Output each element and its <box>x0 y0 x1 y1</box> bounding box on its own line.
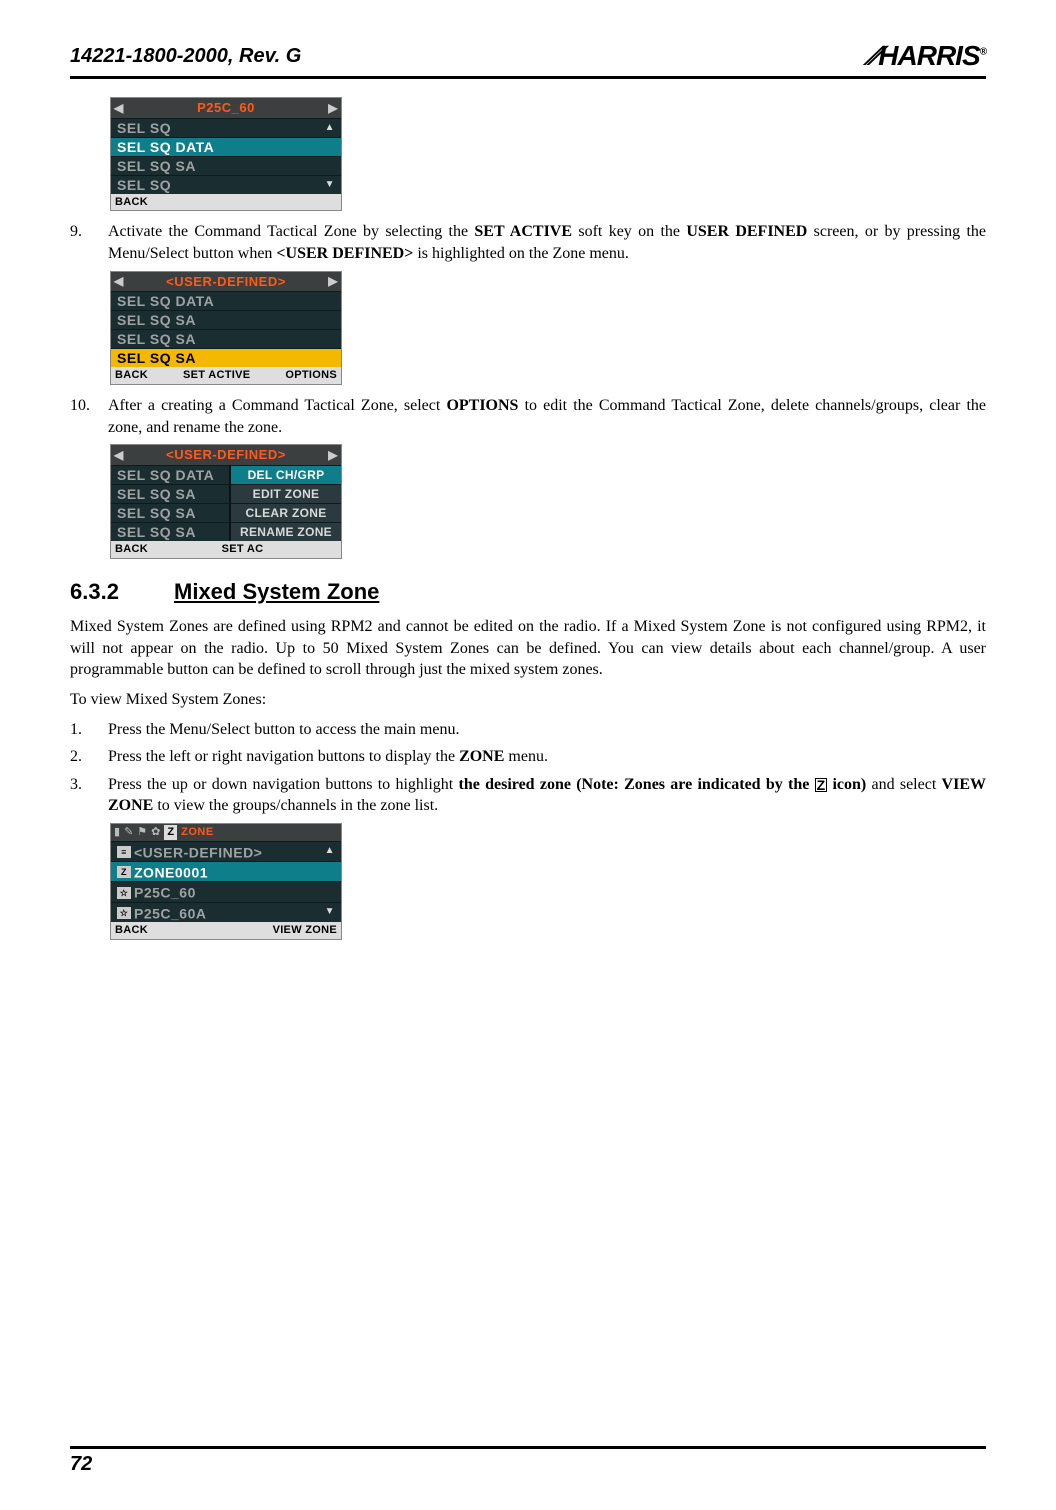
right-arrow-icon: ▶ <box>328 100 338 116</box>
signal-icon: ▮ <box>114 825 120 840</box>
popup-item-rename-zone: RENAME ZONE <box>231 522 341 541</box>
softkey-bar: BACK <box>111 194 341 211</box>
list-item: SEL SQ SA <box>111 156 341 175</box>
substep-2: 2. Press the left or right navigation bu… <box>70 746 986 768</box>
radio-screenshot-2: ◀ <USER-DEFINED> ▶ SEL SQ DATA SEL SQ SA… <box>110 271 342 385</box>
screen-title: <USER-DEFINED> <box>166 446 286 464</box>
substep-3: 3. Press the up or down navigation butto… <box>70 774 986 817</box>
list-item: SEL SQ DATA <box>111 291 341 310</box>
list-item: ☆P25C_60 <box>111 881 341 901</box>
list-item: ≡<USER-DEFINED>▲ <box>111 841 341 861</box>
softkey-view-zone: VIEW ZONE <box>273 923 337 938</box>
zone-icon: Z <box>117 866 131 878</box>
list-item: SEL SQ SA <box>111 310 341 329</box>
softkey-bar: BACK SET ACTIVE OPTIONS <box>111 367 341 384</box>
section-number: 6.3.2 <box>70 577 174 607</box>
softkey-options: OPTIONS <box>285 368 337 383</box>
flag-icon: ⚑ <box>137 825 147 840</box>
star-icon: ☆ <box>117 907 131 919</box>
list-item-selected: SEL SQ SA <box>111 348 341 367</box>
softkey-back: BACK <box>115 542 148 557</box>
softkey-back: BACK <box>115 195 148 210</box>
left-arrow-icon: ◀ <box>114 100 124 116</box>
section-heading: 6.3.2Mixed System Zone <box>70 577 986 607</box>
zone-icon: Z <box>815 778 828 792</box>
page-number: 72 <box>70 1453 986 1476</box>
up-arrow-icon: ▲ <box>325 119 335 137</box>
popup-item-clear-zone: CLEAR ZONE <box>231 503 341 522</box>
main-content: ◀ P25C_60 ▶ SEL SQ▲ SEL SQ DATA SEL SQ S… <box>70 97 986 940</box>
softkey-bar: BACK VIEW ZONE <box>111 922 341 939</box>
radio-screenshot-3: ◀ <USER-DEFINED> ▶ SEL SQ DATA SEL SQ SA… <box>110 444 342 558</box>
screen-title: <USER-DEFINED> <box>166 273 286 291</box>
right-arrow-icon: ▶ <box>328 273 338 289</box>
step-10: 10. After a creating a Command Tactical … <box>70 395 986 438</box>
popup-item-edit-zone: EDIT ZONE <box>231 484 341 503</box>
tool-icon: ✎ <box>124 825 133 840</box>
step-9: 9. Activate the Command Tactical Zone by… <box>70 221 986 264</box>
screen-title-bar: ◀ <USER-DEFINED> ▶ <box>111 445 341 465</box>
screen-title-bar: ◀ P25C_60 ▶ <box>111 98 341 118</box>
paragraph: Mixed System Zones are defined using RPM… <box>70 616 986 681</box>
softkey-back: BACK <box>115 923 148 938</box>
document-id: 14221-1800-2000, Rev. G <box>70 45 301 68</box>
left-arrow-icon: ◀ <box>114 447 124 463</box>
list-item-selected: SEL SQ DATA <box>111 137 341 156</box>
up-arrow-icon: ▲ <box>325 842 335 860</box>
harris-logo: ⁄⁄HARRIS® <box>871 40 986 72</box>
paragraph: To view Mixed System Zones: <box>70 689 986 711</box>
list-icon: ≡ <box>117 846 131 858</box>
softkey-set-active: SET ACTIVE <box>148 368 285 383</box>
softkey-set-active: SET AC <box>148 542 337 557</box>
down-arrow-icon: ▼ <box>325 903 335 921</box>
screen-title-bar: ◀ <USER-DEFINED> ▶ <box>111 272 341 292</box>
screen-title: P25C_60 <box>197 99 255 117</box>
zone-indicator-icon: Z <box>164 825 177 840</box>
section-title: Mixed System Zone <box>174 579 379 604</box>
list-item: SEL SQ SA <box>111 329 341 348</box>
list-item: SEL SQ▲ <box>111 118 341 137</box>
options-popup: DEL CH/GRP EDIT ZONE CLEAR ZONE RENAME Z… <box>229 465 341 541</box>
screen-title: ZONE <box>181 825 214 840</box>
right-arrow-icon: ▶ <box>328 447 338 463</box>
left-arrow-icon: ◀ <box>114 273 124 289</box>
down-arrow-icon: ▼ <box>325 176 335 194</box>
popup-item-del-ch-grp: DEL CH/GRP <box>231 465 341 484</box>
page-footer: 72 <box>70 1446 986 1476</box>
list-item: SEL SQ▼ <box>111 175 341 194</box>
star-icon: ☆ <box>117 887 131 899</box>
softkey-back: BACK <box>115 368 148 383</box>
page-header: 14221-1800-2000, Rev. G ⁄⁄HARRIS® <box>70 40 986 79</box>
softkey-bar: BACK SET AC <box>111 541 341 558</box>
gear-icon: ✿ <box>151 825 160 840</box>
substep-1: 1. Press the Menu/Select button to acces… <box>70 719 986 741</box>
status-icon-bar: ▮ ✎ ⚑ ✿ Z ZONE <box>111 824 341 841</box>
list-item: ☆P25C_60A▼ <box>111 902 341 922</box>
radio-screenshot-4: ▮ ✎ ⚑ ✿ Z ZONE ≡<USER-DEFINED>▲ ZZONE000… <box>110 823 342 940</box>
radio-screenshot-1: ◀ P25C_60 ▶ SEL SQ▲ SEL SQ DATA SEL SQ S… <box>110 97 342 211</box>
list-item-selected: ZZONE0001 <box>111 861 341 881</box>
